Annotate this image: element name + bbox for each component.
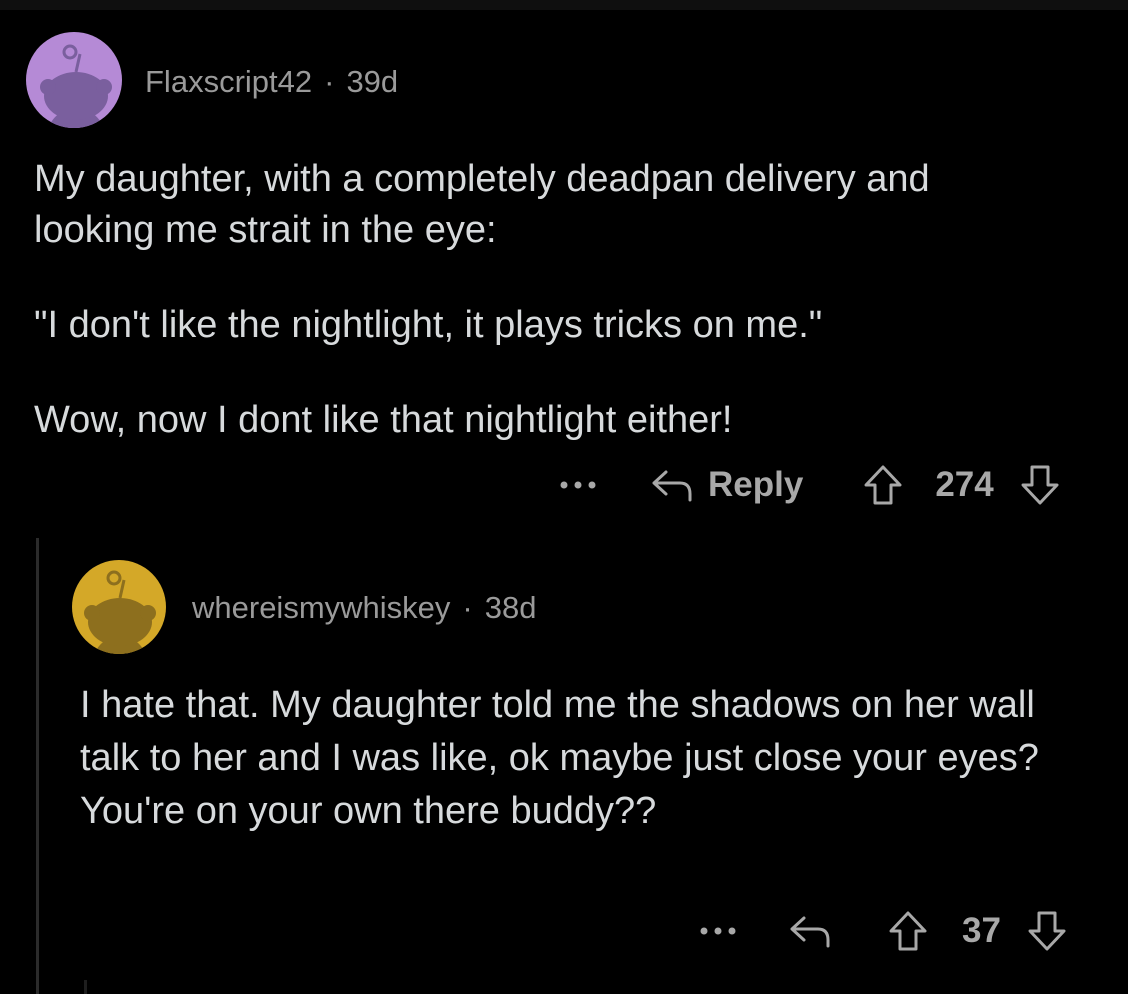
username[interactable]: Flaxscript42 [145, 64, 312, 100]
comment-meta: whereismywhiskey · 38d [192, 588, 536, 628]
downvote-button[interactable] [1027, 910, 1067, 952]
vote-score: 37 [962, 911, 1001, 950]
downvote-arrow-icon [1028, 911, 1066, 951]
comment-body: My daughter, with a completely deadpan d… [34, 154, 1054, 446]
comment-paragraph: I hate that. My daughter told me the sha… [80, 684, 1039, 832]
meta-separator: · [462, 590, 473, 625]
comment-paragraph: Wow, now I dont like that nightlight eit… [34, 399, 733, 441]
more-options-button[interactable] [558, 480, 598, 490]
comment-paragraph: "I don't like the nightlight, it plays t… [34, 304, 823, 346]
user-avatar[interactable] [72, 560, 166, 654]
more-options-icon [700, 927, 736, 935]
upvote-arrow-icon [864, 465, 902, 505]
top-bar-edge [0, 0, 1128, 10]
reply-button[interactable]: Reply [650, 465, 803, 505]
upvote-arrow-icon [889, 911, 927, 951]
comment-age: 38d [484, 590, 537, 625]
comment-actions: Reply 274 [558, 462, 1060, 508]
thread-line[interactable] [36, 538, 39, 994]
username[interactable]: whereismywhiskey [192, 590, 450, 626]
reddit-snoo-icon [72, 560, 166, 654]
upvote-button[interactable] [863, 464, 903, 506]
reply-arrow-icon [790, 916, 830, 948]
comment-age: 39d [346, 64, 399, 99]
reply-label: Reply [708, 465, 804, 504]
user-avatar[interactable] [26, 32, 122, 128]
comment-actions: 37 [698, 908, 1067, 954]
upvote-button[interactable] [888, 910, 928, 952]
meta-separator: · [324, 64, 335, 99]
more-options-button[interactable] [698, 926, 738, 936]
nested-thread-line[interactable] [84, 980, 87, 994]
downvote-arrow-icon [1021, 465, 1059, 505]
reply-arrow-icon [650, 466, 694, 504]
downvote-button[interactable] [1020, 464, 1060, 506]
comment-body: I hate that. My daughter told me the sha… [80, 679, 1070, 838]
comment-paragraph: My daughter, with a completely deadpan d… [34, 158, 930, 251]
reddit-snoo-icon [26, 32, 122, 128]
more-options-icon [560, 481, 596, 489]
comment-meta: Flaxscript42 · 39d [145, 62, 398, 102]
vote-score: 274 [935, 465, 994, 504]
reply-button[interactable] [788, 912, 832, 950]
